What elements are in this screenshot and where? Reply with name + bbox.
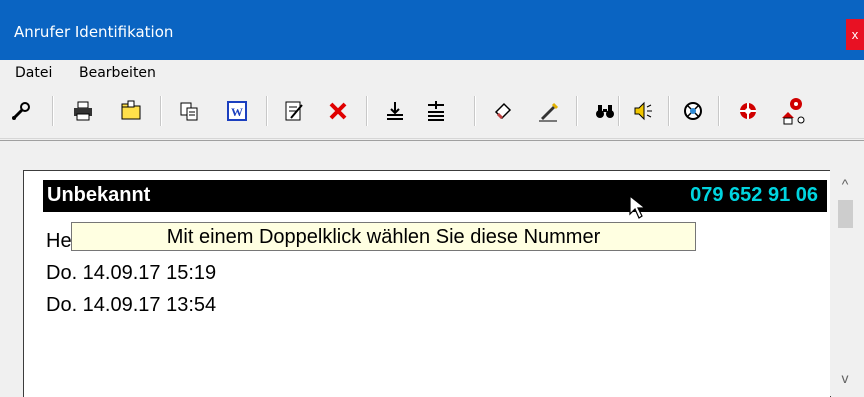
caller-header: Unbekannt 079 652 91 06 [43,180,827,212]
title-bar: Anrufer Identifikation x [0,0,864,60]
window-title: Anrufer Identifikation [14,23,174,41]
import-all-icon[interactable] [421,96,451,126]
toolbar: W [0,86,864,139]
binoculars-icon[interactable] [590,96,620,126]
tooltip: Mit einem Doppelklick wählen Sie diese N… [71,222,696,251]
mouse-cursor-icon [629,194,647,219]
caller-name: Unbekannt [47,184,151,206]
vertical-scrollbar[interactable]: ^ v [830,170,860,396]
import-icon[interactable] [380,96,410,126]
svg-text:W: W [231,105,243,119]
call-entry: Do. 14.09.17 13:54 [46,294,217,316]
printer-icon[interactable] [68,96,98,126]
folder-icon[interactable] [116,96,146,126]
menu-datei[interactable]: Datei [15,65,52,81]
help-icon[interactable] [733,96,763,126]
delete-icon[interactable] [323,96,353,126]
eraser-icon[interactable] [488,96,518,126]
wrench-icon[interactable] [6,96,36,126]
scroll-up-button[interactable]: ^ [830,176,860,196]
copy-icon[interactable] [174,96,204,126]
line-prefix: He [46,230,72,252]
close-button[interactable]: x [846,19,864,50]
scroll-thumb[interactable] [838,200,853,228]
network-icon[interactable] [678,96,708,126]
phone-number[interactable]: 079 652 91 06 [690,184,818,207]
menu-bar: Datei Bearbeiten [0,60,864,86]
menu-bearbeiten[interactable]: Bearbeiten [79,65,156,81]
scroll-down-button[interactable]: v [830,370,860,390]
call-entry: Do. 14.09.17 15:19 [46,262,217,284]
word-icon[interactable]: W [222,96,252,126]
pencil-icon[interactable] [533,96,563,126]
edit-note-icon[interactable] [279,96,309,126]
speaker-icon[interactable] [628,96,658,126]
help-home-icon[interactable] [778,96,808,126]
